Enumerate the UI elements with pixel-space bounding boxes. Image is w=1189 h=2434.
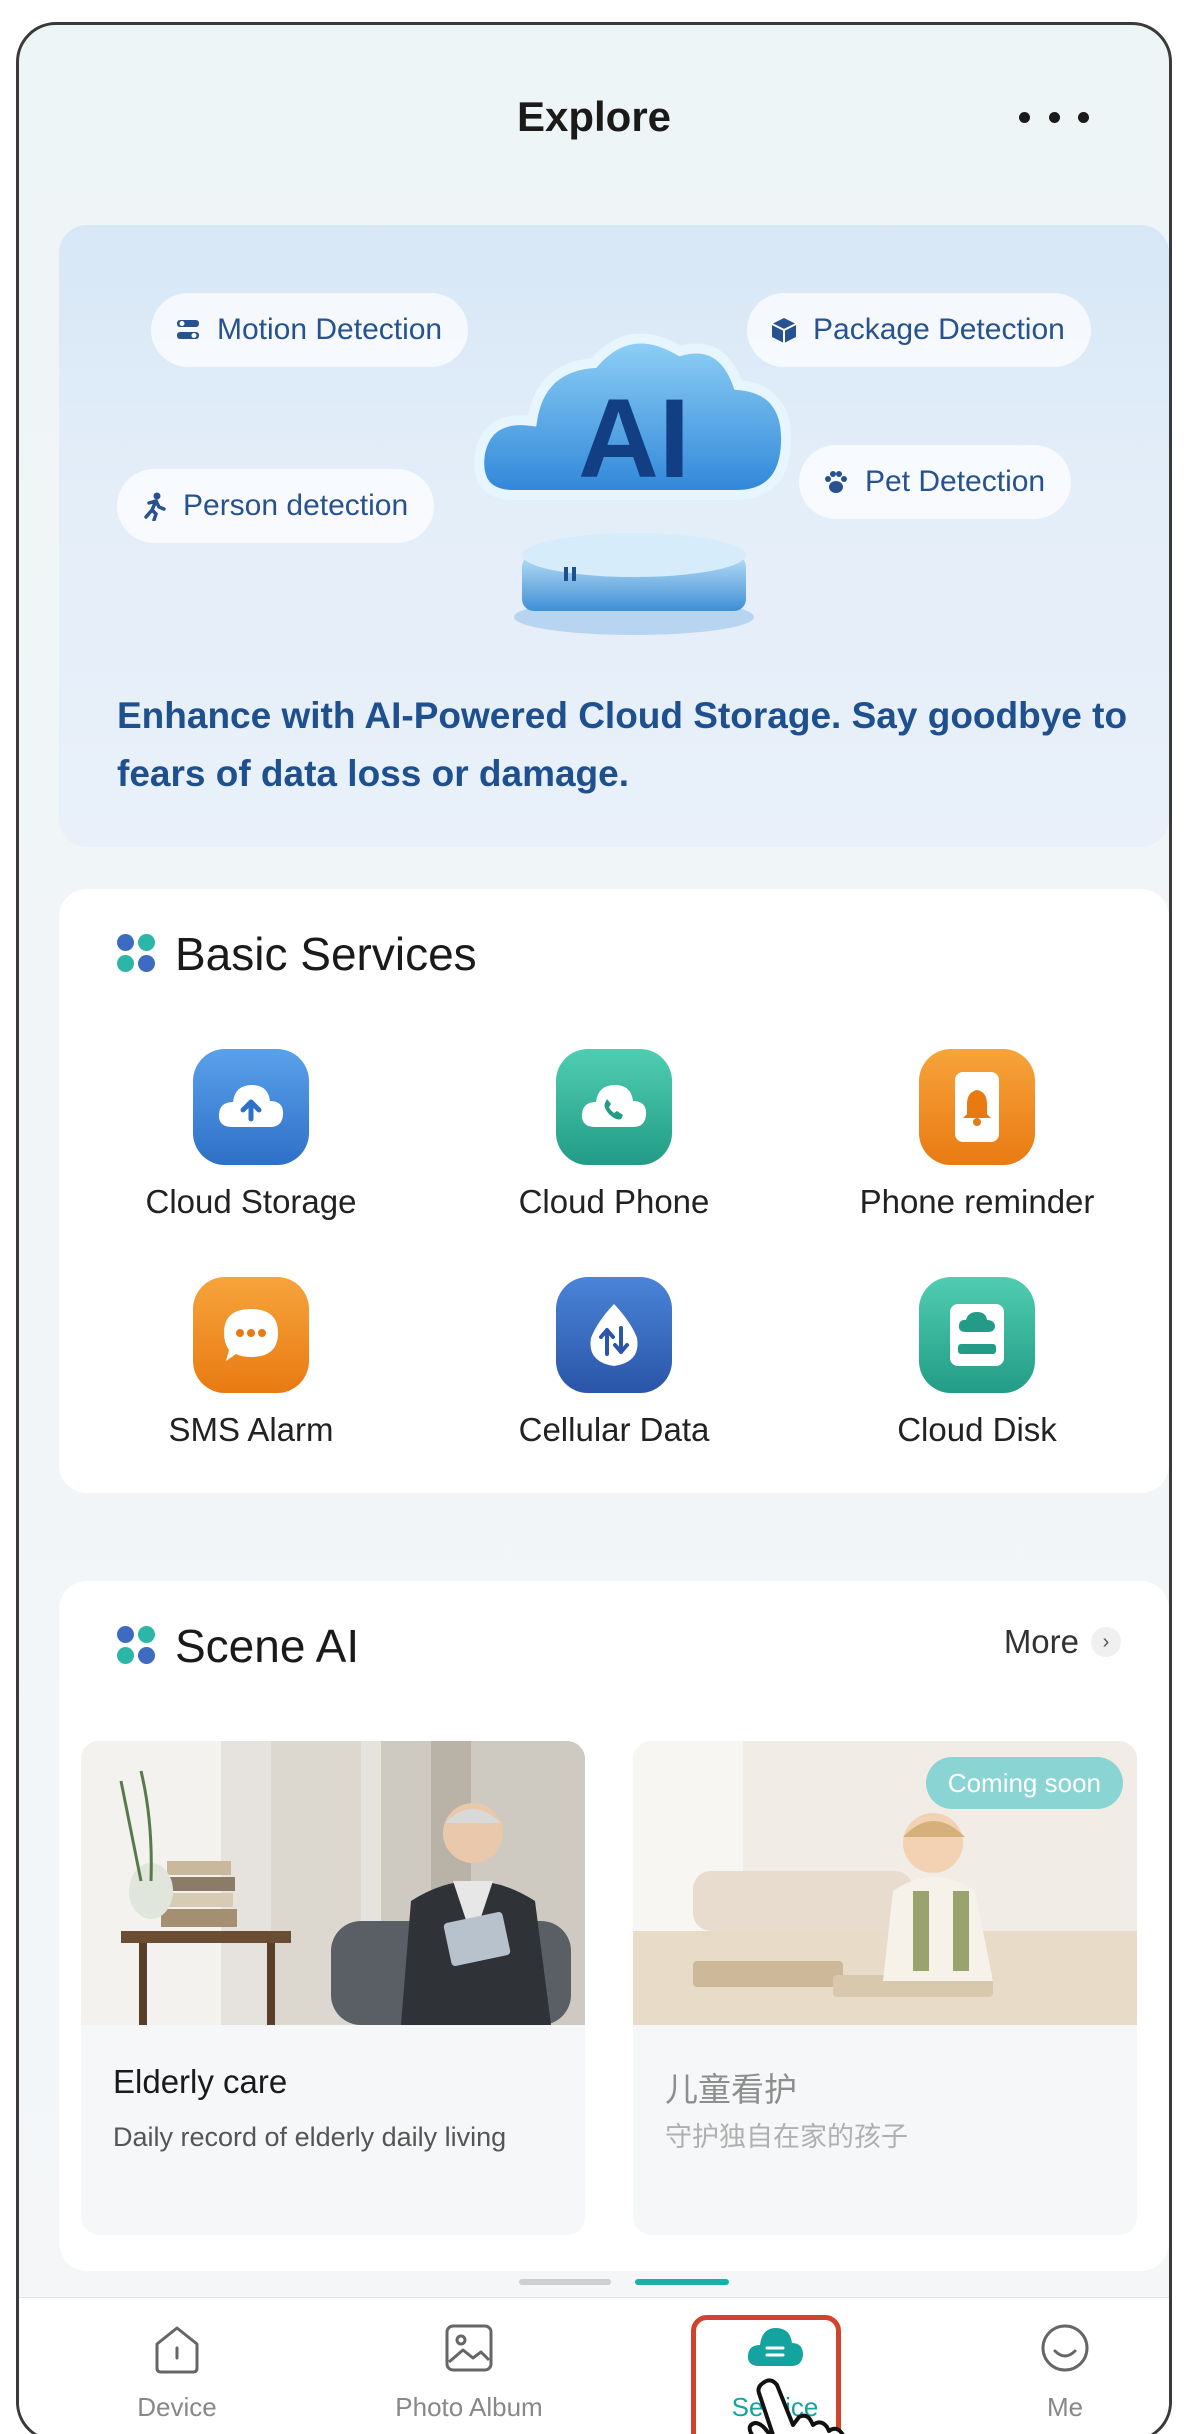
- service-phone-reminder[interactable]: Phone reminder: [807, 1049, 1147, 1221]
- tab-label: Photo Album: [395, 2392, 543, 2422]
- page-title: Explore: [516, 93, 672, 140]
- scene-card-child-care[interactable]: Coming soon 儿童看护 守护独自在家的孩子: [633, 1741, 1137, 2235]
- motion-icon: [177, 320, 199, 339]
- scene-title: 儿童看护: [665, 2071, 797, 2108]
- banner-description: Enhance with AI-Powered Cloud Storage. S…: [117, 695, 1128, 794]
- person-detection-pill: Person detection: [117, 469, 435, 543]
- photo-icon: [445, 2324, 493, 2372]
- phone-frame: Explore Motion Detection Package Detecti…: [16, 22, 1172, 2434]
- service-cloud-phone[interactable]: Cloud Phone: [444, 1049, 784, 1221]
- disk-icon: [919, 1277, 1035, 1393]
- motion-detection-pill: Motion Detection: [151, 293, 469, 367]
- more-label: More: [1003, 1623, 1079, 1660]
- service-label: Cloud Storage: [145, 1183, 357, 1220]
- coming-soon-badge: Coming soon: [925, 1757, 1123, 1809]
- service-label: SMS Alarm: [168, 1411, 334, 1448]
- tab-label: Device: [137, 2392, 217, 2422]
- scene-ai-card: Scene AI More › Elderly care Daily recor…: [59, 1581, 1169, 2271]
- cloud-upload-icon: [193, 1049, 309, 1165]
- motion-detection-label: Motion Detection: [217, 313, 443, 346]
- header: Explore: [19, 25, 1169, 205]
- sms-bubble-icon: [193, 1277, 309, 1393]
- tab-device[interactable]: Device: [67, 2318, 287, 2423]
- paw-icon: [825, 471, 847, 493]
- service-label: Cellular Data: [518, 1411, 710, 1448]
- tab-me[interactable]: Me: [955, 2318, 1169, 2423]
- basic-services-header: Basic Services: [117, 927, 477, 981]
- person-running-icon: [144, 492, 166, 521]
- grid-dots-icon: [117, 934, 157, 974]
- pet-detection-pill: Pet Detection: [799, 445, 1072, 519]
- carousel-indicator: [19, 2279, 1169, 2287]
- home-icon: [155, 2326, 199, 2374]
- scene-description: 守护独自在家的孩子: [665, 2122, 908, 2152]
- bottom-tab-bar: Device Photo Album Service Me: [19, 2297, 1169, 2434]
- bell-phone-icon: [919, 1049, 1035, 1165]
- pointing-hand-icon: [747, 2378, 845, 2434]
- service-sms-alarm[interactable]: SMS Alarm: [81, 1277, 421, 1449]
- elderly-care-photo: [81, 1741, 585, 2025]
- service-cloud-storage[interactable]: Cloud Storage: [81, 1049, 421, 1221]
- person-detection-label: Person detection: [183, 489, 409, 522]
- service-label: Cloud Phone: [518, 1183, 710, 1220]
- package-detection-label: Package Detection: [813, 313, 1065, 346]
- child-care-photo: Coming soon: [633, 1741, 1137, 2025]
- service-cellular-data[interactable]: Cellular Data: [444, 1277, 784, 1449]
- phone-cloud-icon: [556, 1049, 672, 1165]
- tab-photo-album[interactable]: Photo Album: [359, 2318, 579, 2423]
- scene-ai-header: Scene AI: [117, 1619, 359, 1673]
- smile-icon: [1041, 2324, 1089, 2372]
- service-label: Phone reminder: [859, 1183, 1095, 1220]
- pager-dot-active: [635, 2279, 729, 2285]
- service-cloud-disk[interactable]: Cloud Disk: [807, 1277, 1147, 1449]
- pet-detection-label: Pet Detection: [865, 465, 1046, 498]
- pager-dot-inactive: [519, 2279, 611, 2285]
- section-title: Scene AI: [175, 1620, 360, 1672]
- data-arrows-icon: [556, 1277, 672, 1393]
- chevron-right-icon: ›: [1091, 1627, 1121, 1657]
- section-title: Basic Services: [175, 928, 477, 980]
- ai-logo-text: AI: [578, 376, 690, 501]
- scene-title: Elderly care: [113, 2063, 288, 2100]
- scene-card-elderly-care[interactable]: Elderly care Daily record of elderly dai…: [81, 1741, 585, 2235]
- ai-cloud-illustration: AI: [474, 333, 792, 635]
- basic-services-card: Basic Services Cloud Storage Cloud Phone…: [59, 889, 1169, 1493]
- more-link[interactable]: More ›: [1004, 1623, 1121, 1661]
- grid-dots-icon: [117, 1626, 157, 1666]
- tab-label: Me: [1046, 2392, 1084, 2422]
- more-options-icon[interactable]: [1019, 99, 1089, 135]
- ai-cloud-banner[interactable]: Motion Detection Package Detection Perso…: [59, 225, 1169, 847]
- service-label: Cloud Disk: [897, 1411, 1057, 1448]
- scene-description: Daily record of elderly daily living: [113, 2122, 507, 2152]
